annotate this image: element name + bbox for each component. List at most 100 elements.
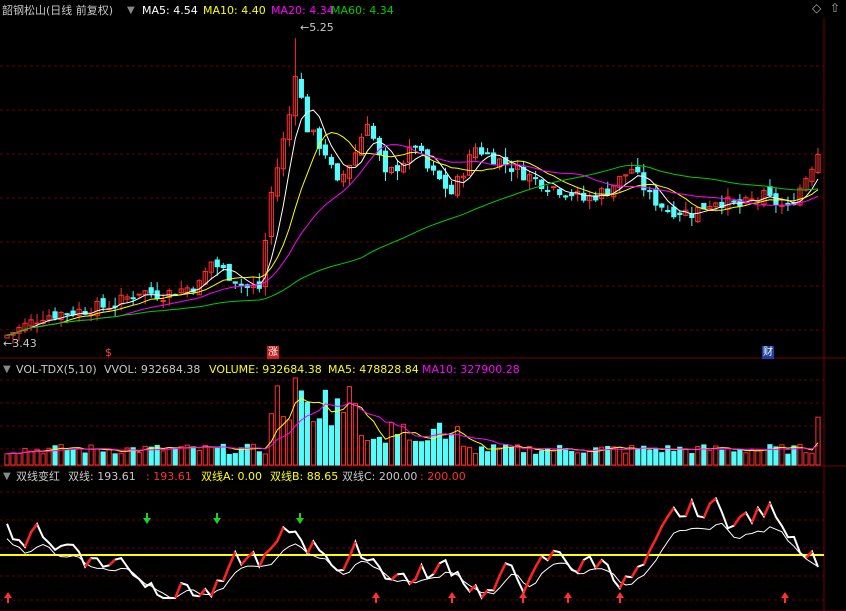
collapse-triangle-icon[interactable]: ▼: [127, 4, 135, 17]
buy-arrow-icon: [4, 592, 12, 603]
volume-bar: [755, 449, 761, 466]
osc-b-label: 双线B: 88.65: [270, 470, 339, 483]
candle-body: [34, 322, 40, 325]
volume-bar: [677, 446, 683, 466]
collapse-triangle-icon[interactable]: ▼: [3, 470, 11, 483]
volume-bar: [767, 444, 773, 466]
event-mark-finance[interactable]: 财: [762, 346, 774, 359]
volume-bar: [382, 442, 389, 466]
osc-red-segment: [23, 531, 33, 548]
event-mark-limit-up[interactable]: 涨: [267, 346, 279, 359]
volume-bar: [749, 448, 755, 466]
volume-bar: [214, 446, 220, 466]
osc-red-segment: [660, 515, 669, 528]
volume-bar: [815, 416, 821, 466]
volume-bar: [262, 453, 268, 466]
volume-bar: [100, 451, 106, 466]
osc-c-label: 双线C: 200.00: [342, 470, 418, 483]
volume-bar: [292, 377, 298, 466]
candle-body: [298, 78, 304, 98]
volume-bar: [737, 449, 743, 466]
candle-body: [238, 283, 244, 286]
candle-body: [647, 189, 653, 193]
candle-body: [430, 165, 437, 171]
volume-bar: [88, 444, 94, 466]
candle-body: [653, 188, 659, 206]
candle-body: [214, 259, 220, 268]
volume-label: VOLUME: 932684.38: [209, 363, 322, 376]
volume-bar: [418, 441, 425, 466]
volume-bar: [454, 426, 461, 466]
ma10-label: MA10: 4.40: [203, 4, 266, 17]
high-price-marker: ←5.25: [300, 21, 334, 34]
up-arrow-icon[interactable]: ⇧: [830, 2, 840, 15]
candle-body: [412, 145, 419, 148]
osc-red-segment: [276, 526, 285, 542]
osc-red-segment: [666, 507, 675, 518]
osc-red-segment: [240, 556, 249, 566]
volume-bar: [172, 448, 178, 466]
volume-bar: [190, 446, 196, 466]
volume-bar: [10, 452, 16, 466]
ma20-label: MA20: 4.34: [271, 4, 334, 17]
volume-bar: [785, 453, 791, 466]
volume-bar: [497, 447, 503, 466]
candle-body: [659, 203, 665, 208]
event-mark-dividend[interactable]: $: [105, 346, 112, 359]
volume-bar: [761, 449, 767, 466]
osc-red-segment: [498, 562, 507, 577]
osc-line-label: 双线: 193.61: [68, 470, 136, 483]
buy-arrow-icon: [781, 592, 789, 603]
volume-bar: [533, 453, 539, 466]
candle-body: [767, 186, 773, 196]
candle-body: [635, 166, 641, 173]
candle-body: [100, 298, 106, 308]
volume-bar: [274, 385, 280, 466]
volume-bar: [563, 448, 569, 466]
volume-bar: [719, 449, 725, 466]
volume-bar: [400, 423, 407, 466]
osc-red-segment: [306, 540, 315, 555]
volume-bar: [244, 443, 250, 466]
volume-bar: [76, 447, 82, 466]
volume-bar: [743, 452, 749, 466]
volume-bar: [58, 444, 64, 466]
volume-bar: [22, 447, 28, 466]
volume-bar: [64, 449, 70, 466]
volume-bar: [364, 440, 371, 466]
candle-body: [370, 125, 377, 139]
volume-bar: [731, 451, 737, 466]
osc-c-red-value: : 200.00: [420, 470, 466, 483]
volume-bar: [4, 453, 10, 466]
candle-body: [731, 200, 737, 203]
osc-red-segment: [732, 516, 741, 527]
volume-bar: [575, 452, 581, 466]
volume-bar: [28, 450, 34, 466]
volume-bar: [623, 452, 629, 466]
osc-red-segment: [709, 497, 717, 505]
collapse-triangle-icon[interactable]: ▼: [3, 363, 11, 376]
volume-bar: [202, 444, 208, 466]
volume-bar: [94, 448, 100, 466]
osc-red-segment: [654, 525, 663, 540]
diamond-icon[interactable]: ◇: [812, 2, 821, 15]
osc-signal-line: [6, 522, 819, 599]
volume-bar: [569, 451, 575, 466]
ma5-line: [6, 109, 819, 336]
candle-body: [226, 263, 232, 281]
candle-body: [376, 137, 383, 156]
volume-bar: [635, 448, 641, 466]
buy-arrow-icon: [448, 592, 456, 603]
volume-bar: [689, 453, 695, 466]
candle-body: [551, 186, 557, 189]
volume-bar: [250, 443, 256, 466]
osc-red-segment: [642, 549, 651, 565]
volume-bar: [322, 389, 328, 466]
stock-title: 韶钢松山(日线 前复权): [2, 4, 114, 17]
candle-body: [436, 170, 443, 180]
osc-indicator-name: 双线变红: [16, 470, 60, 483]
osc-red-segment: [594, 559, 603, 569]
volume-bar: [160, 450, 166, 466]
volume-bar: [136, 452, 142, 466]
volume-bar: [472, 453, 479, 466]
